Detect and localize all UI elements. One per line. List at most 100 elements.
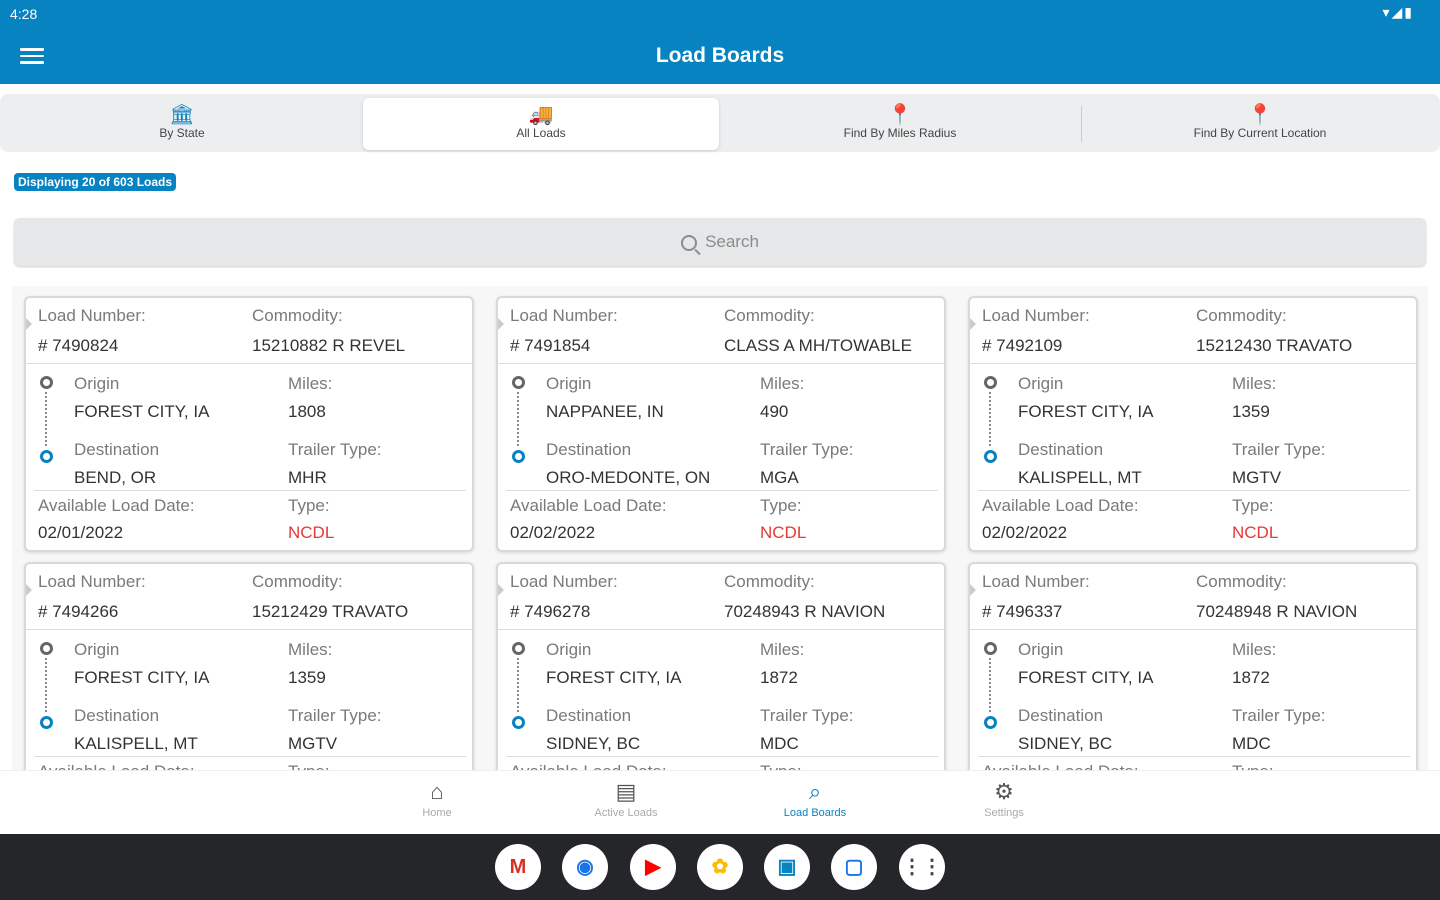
nav-label: Home: [422, 807, 452, 819]
tab-find-by-miles-radius[interactable]: 📍 Find By Miles Radius: [722, 98, 1078, 150]
tab-all-loads[interactable]: 🚚 All Loads: [363, 98, 719, 150]
nav-active-loads[interactable]: ▤ Active Loads: [576, 779, 676, 819]
load-number-label: Load Number:: [38, 306, 146, 325]
available-date-label: Available Load Date:: [38, 496, 195, 515]
destination-label: Destination: [74, 706, 160, 725]
miles-label: Miles:: [760, 640, 805, 659]
chevron-right-icon: [26, 318, 32, 330]
trailer-type-value: MGA: [760, 468, 799, 487]
divider: [34, 756, 466, 757]
photos-app-icon[interactable]: ✿: [697, 844, 743, 890]
search-input[interactable]: Search: [14, 218, 1426, 266]
destination-marker-icon: [40, 450, 53, 463]
gmail-app-icon[interactable]: M: [495, 844, 541, 890]
miles-value: 1872: [760, 668, 798, 687]
youtube-app-icon[interactable]: ▶: [630, 844, 676, 890]
divider: [506, 490, 938, 491]
destination-marker-icon: [984, 450, 997, 463]
commodity-label: Commodity:: [1196, 306, 1287, 325]
load-filter-tabs: 🏛 By State 🚚 All Loads 📍 Find By Miles R…: [0, 94, 1440, 152]
chrome-app-icon[interactable]: ◉: [562, 844, 608, 890]
destination-marker-icon: [40, 716, 53, 729]
load-card[interactable]: Load Number: # 7494266 Commodity: 152124…: [24, 562, 474, 770]
commodity-value: 15210882 R REVEL: [252, 336, 406, 355]
system-dock: M ◉ ▶ ✿ ▣ ▢ ⋮⋮: [0, 834, 1440, 900]
available-date-value: 02/01/2022: [38, 523, 124, 542]
destination-value: KALISPELL, MT: [74, 734, 198, 753]
origin-label: Origin: [546, 640, 592, 659]
miles-value: 1808: [288, 402, 326, 421]
type-value: NCDL: [1232, 523, 1279, 542]
available-date-label: Available Load Date:: [510, 496, 667, 515]
trailer-type-value: MHR: [288, 468, 327, 487]
load-card-header: Load Number: # 7496337 Commodity: 702489…: [970, 564, 1416, 630]
nav-label: Active Loads: [594, 807, 658, 819]
nav-load-boards[interactable]: ⌕ Load Boards: [765, 779, 865, 819]
load-card-header: Load Number: # 7491854 Commodity: CLASS …: [498, 298, 944, 364]
load-number-value: # 7491854: [510, 336, 591, 355]
load-card[interactable]: Load Number: # 7496337 Commodity: 702489…: [968, 562, 1418, 770]
route-line: [989, 658, 991, 712]
miles-value: 1359: [1232, 402, 1270, 421]
map-pin-icon: 📍: [1247, 104, 1273, 126]
load-number-value: # 7490824: [38, 336, 119, 355]
origin-value: FOREST CITY, IA: [546, 668, 682, 687]
load-card-header: Load Number: # 7490824 Commodity: 152108…: [26, 298, 472, 364]
nav-label: Load Boards: [783, 807, 847, 819]
chevron-right-icon: [26, 584, 32, 596]
search-placeholder: Search: [705, 232, 759, 251]
origin-value: FOREST CITY, IA: [74, 668, 210, 687]
book-icon: ▤: [615, 779, 637, 804]
commodity-value: 15212429 TRAVATO: [252, 602, 409, 621]
nav-settings[interactable]: ⚙ Settings: [954, 779, 1054, 819]
origin-label: Origin: [1018, 374, 1064, 393]
load-card-header: Load Number: # 7494266 Commodity: 152124…: [26, 564, 472, 630]
commodity-value: CLASS A MH/TOWABLE: [724, 336, 913, 355]
load-card-header: Load Number: # 7492109 Commodity: 152124…: [970, 298, 1416, 364]
tab-by-state[interactable]: 🏛 By State: [4, 98, 360, 150]
destination-value: ORO-MEDONTE, ON: [546, 468, 711, 487]
commodity-label: Commodity:: [724, 306, 815, 325]
divider: [34, 490, 466, 491]
divider: [978, 490, 1410, 491]
load-app-icon[interactable]: ▣: [764, 844, 810, 890]
trailer-type-label: Trailer Type:: [1232, 706, 1326, 725]
origin-label: Origin: [546, 374, 592, 393]
load-number-value: # 7496337: [982, 602, 1063, 621]
app-drawer-icon[interactable]: ⋮⋮: [899, 844, 945, 890]
load-number-label: Load Number:: [982, 306, 1090, 325]
destination-value: KALISPELL, MT: [1018, 468, 1142, 487]
origin-marker-icon: [512, 376, 525, 389]
trailer-type-label: Trailer Type:: [288, 440, 382, 459]
miles-value: 1359: [288, 668, 326, 687]
load-number-value: # 7494266: [38, 602, 119, 621]
tab-label: All Loads: [516, 126, 566, 140]
messages-app-icon[interactable]: ▢: [831, 844, 877, 890]
destination-marker-icon: [984, 716, 997, 729]
nav-home[interactable]: ⌂ Home: [387, 779, 487, 819]
chevron-right-icon: [498, 584, 504, 596]
trailer-type-label: Trailer Type:: [760, 706, 854, 725]
commodity-label: Commodity:: [1196, 572, 1287, 591]
divider: [978, 756, 1410, 757]
gear-icon: ⚙: [994, 779, 1014, 804]
load-card[interactable]: Load Number: # 7491854 Commodity: CLASS …: [496, 296, 946, 552]
miles-label: Miles:: [288, 640, 333, 659]
status-bar: 4:28 ▾◢▮: [0, 0, 1440, 28]
origin-label: Origin: [74, 640, 120, 659]
available-date-label: Available Load Date:: [38, 762, 195, 770]
trailer-type-label: Trailer Type:: [760, 440, 854, 459]
load-number-label: Load Number:: [982, 572, 1090, 591]
load-card[interactable]: Load Number: # 7492109 Commodity: 152124…: [968, 296, 1418, 552]
tab-label: By State: [159, 126, 205, 140]
trailer-type-value: MDC: [1232, 734, 1271, 753]
load-card[interactable]: Load Number: # 7490824 Commodity: 152108…: [24, 296, 474, 552]
tab-find-by-current-location[interactable]: 📍 Find By Current Location: [1082, 98, 1438, 150]
load-list[interactable]: Load Number: # 7490824 Commodity: 152108…: [12, 286, 1428, 770]
route-line: [45, 392, 47, 446]
tab-label: Find By Current Location: [1193, 126, 1327, 140]
search-icon: [681, 234, 698, 251]
miles-label: Miles:: [760, 374, 805, 393]
load-card[interactable]: Load Number: # 7496278 Commodity: 702489…: [496, 562, 946, 770]
commodity-value: 70248943 R NAVION: [724, 602, 886, 621]
